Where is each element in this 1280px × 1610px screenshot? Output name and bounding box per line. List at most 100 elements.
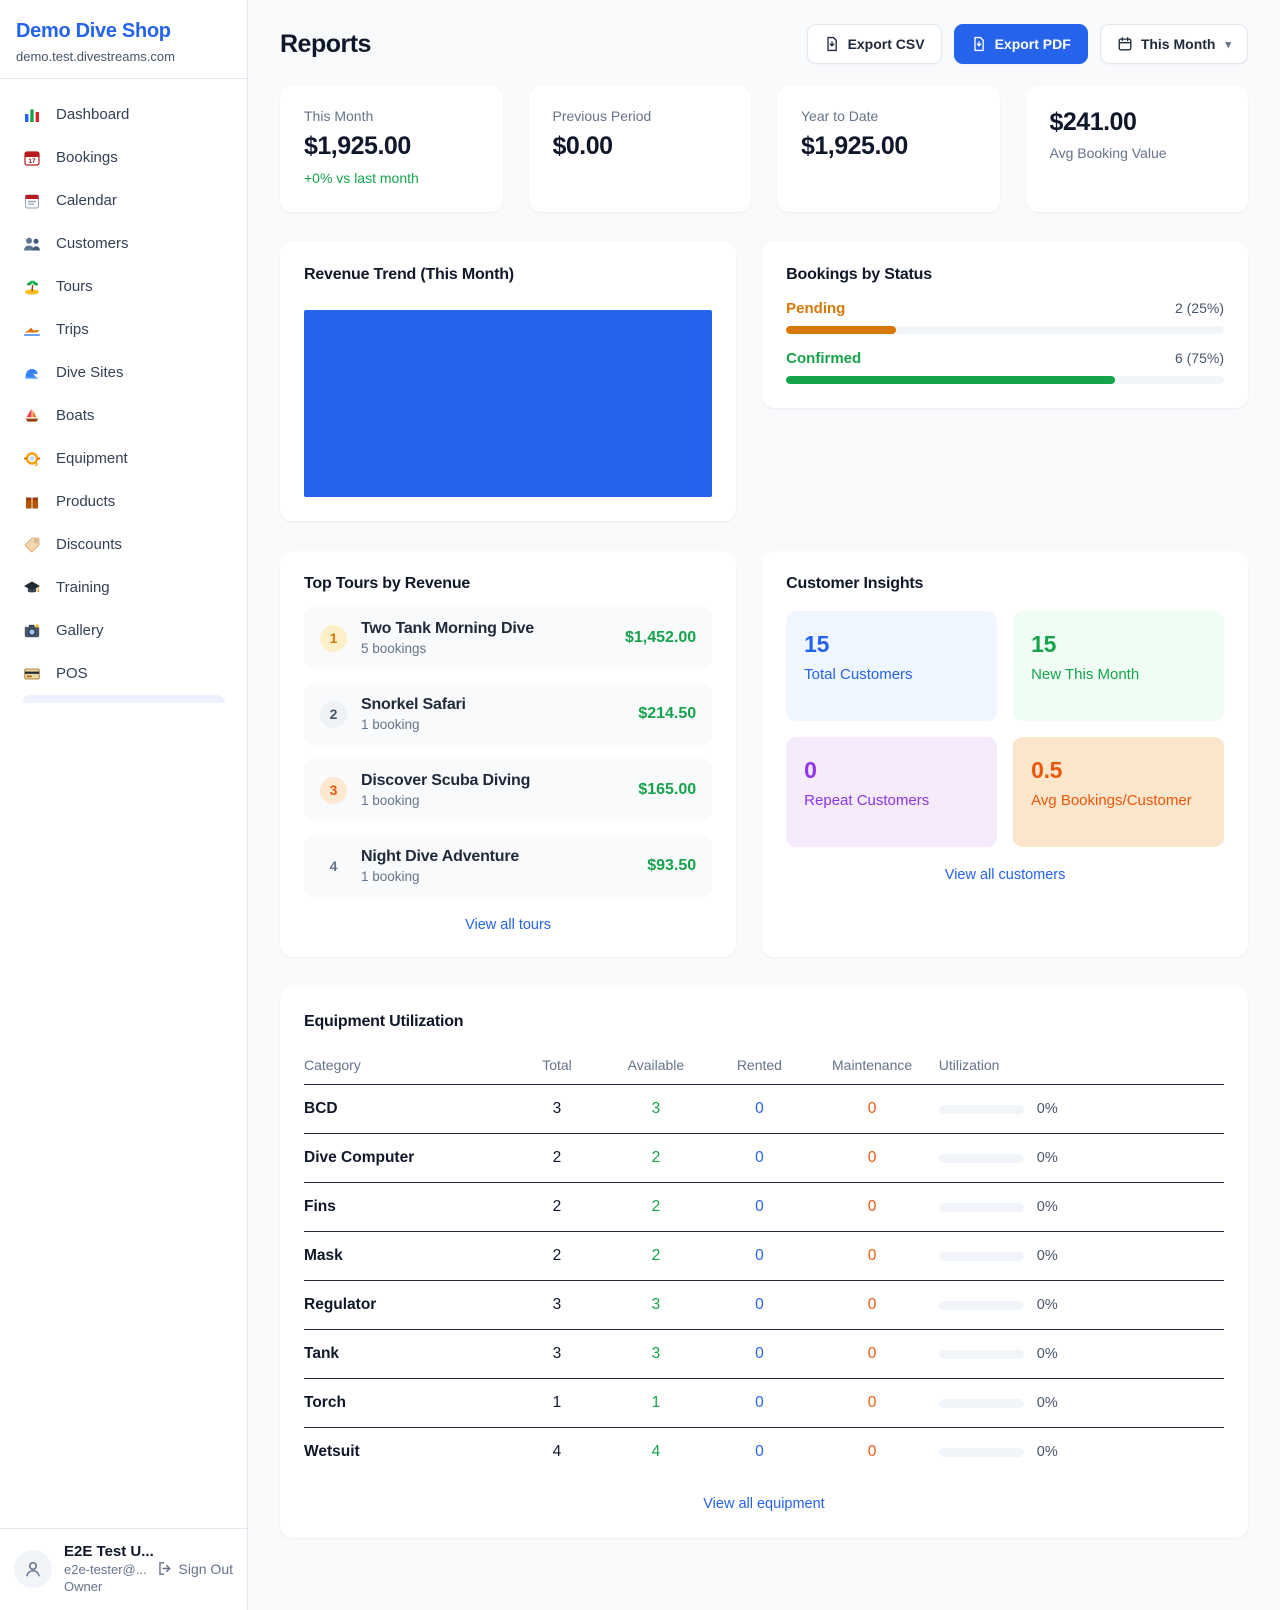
revenue-trend-title: Revenue Trend (This Month) xyxy=(304,266,712,284)
sidebar-item-calendar[interactable]: Calendar xyxy=(10,179,237,222)
brand-block: Demo Dive Shop demo.test.divestreams.com xyxy=(0,0,247,78)
utilization-percent: 0% xyxy=(1037,1101,1058,1117)
export-pdf-button[interactable]: Export PDF xyxy=(954,24,1088,64)
available-cell: 4 xyxy=(598,1428,713,1477)
table-row: Fins 2 2 0 0 0% xyxy=(304,1183,1224,1232)
table-row: Dive Computer 2 2 0 0 0% xyxy=(304,1134,1224,1183)
stat-card-avg-booking-value: $241.00 Avg Booking Value xyxy=(1026,86,1249,212)
package-icon xyxy=(22,492,42,512)
maintenance-cell: 0 xyxy=(805,1428,938,1477)
sidebar-item-label: Trips xyxy=(56,321,89,338)
utilization-bar-track xyxy=(939,1105,1024,1114)
utilization-bar-track xyxy=(939,1301,1024,1310)
column-header: Available xyxy=(598,1047,713,1085)
sidebar-nav: Dashboard 17 Bookings Calendar Customers… xyxy=(0,79,247,703)
view-all-equipment-link[interactable]: View all equipment xyxy=(304,1496,1224,1512)
category-cell: Fins xyxy=(304,1183,516,1232)
customer-insights-title: Customer Insights xyxy=(786,575,1224,593)
sign-out-button[interactable]: Sign Out xyxy=(156,1560,233,1577)
user-footer: E2E Test U... e2e-tester@... Owner Sign … xyxy=(0,1528,247,1610)
wave-icon xyxy=(22,363,42,383)
insight-tile-repeat-customers: 0 Repeat Customers xyxy=(786,737,997,847)
stat-change: +0% vs last month xyxy=(304,170,479,186)
sidebar: Demo Dive Shop demo.test.divestreams.com… xyxy=(0,0,248,1610)
export-csv-button[interactable]: Export CSV xyxy=(807,24,942,64)
sidebar-item-label: Dive Sites xyxy=(56,364,124,381)
category-cell: Mask xyxy=(304,1232,516,1281)
available-cell: 3 xyxy=(598,1281,713,1330)
sidebar-item-label: Gallery xyxy=(56,622,104,639)
category-cell: BCD xyxy=(304,1085,516,1134)
sidebar-item-pos[interactable]: POS xyxy=(10,652,237,695)
view-all-tours-link[interactable]: View all tours xyxy=(304,917,712,933)
header-actions: Export CSV Export PDF This Month ▾ xyxy=(807,24,1248,64)
sidebar-item-label: Tours xyxy=(56,278,93,295)
equipment-utilization-title: Equipment Utilization xyxy=(304,1013,1224,1031)
utilization-bar-track xyxy=(939,1399,1024,1408)
sign-out-label: Sign Out xyxy=(179,1561,233,1577)
top-tours-card: Top Tours by Revenue 1 Two Tank Morning … xyxy=(280,551,736,957)
tag-icon xyxy=(22,535,42,555)
maintenance-cell: 0 xyxy=(805,1330,938,1379)
utilization-cell: 0% xyxy=(939,1428,1224,1477)
sidebar-item-customers[interactable]: Customers xyxy=(10,222,237,265)
sidebar-item-dive-sites[interactable]: Dive Sites xyxy=(10,351,237,394)
rented-cell: 0 xyxy=(713,1232,805,1281)
table-row: Tank 3 3 0 0 0% xyxy=(304,1330,1224,1379)
rank-badge: 2 xyxy=(320,701,347,728)
logout-icon xyxy=(156,1560,173,1577)
sidebar-item-discounts[interactable]: Discounts xyxy=(10,523,237,566)
sidebar-item-gallery[interactable]: Gallery xyxy=(10,609,237,652)
utilization-cell: 0% xyxy=(939,1134,1224,1183)
brand-name: Demo Dive Shop xyxy=(16,20,231,43)
calendar-icon xyxy=(1117,36,1133,52)
table-row: BCD 3 3 0 0 0% xyxy=(304,1085,1224,1134)
rented-cell: 0 xyxy=(713,1281,805,1330)
status-row-pending: Pending 2 (25%) xyxy=(786,300,1224,334)
bookings-by-status-title: Bookings by Status xyxy=(786,266,1224,284)
sidebar-item-dashboard[interactable]: Dashboard xyxy=(10,93,237,136)
sidebar-item-label: Equipment xyxy=(56,450,128,467)
sidebar-item-tours[interactable]: Tours xyxy=(10,265,237,308)
utilization-percent: 0% xyxy=(1037,1248,1058,1264)
available-cell: 1 xyxy=(598,1379,713,1428)
tour-revenue: $1,452.00 xyxy=(625,629,696,647)
sidebar-item-reports-partial[interactable] xyxy=(22,695,225,703)
stat-label: Avg Booking Value xyxy=(1050,145,1225,161)
chevron-down-icon: ▾ xyxy=(1225,38,1231,51)
period-dropdown[interactable]: This Month ▾ xyxy=(1100,24,1248,64)
sidebar-item-training[interactable]: Training xyxy=(10,566,237,609)
column-header: Rented xyxy=(713,1047,805,1085)
view-all-customers-link[interactable]: View all customers xyxy=(786,867,1224,883)
utilization-cell: 0% xyxy=(939,1330,1224,1379)
tour-name: Night Dive Adventure xyxy=(361,848,633,866)
sidebar-item-equipment[interactable]: Equipment xyxy=(10,437,237,480)
sidebar-item-label: Bookings xyxy=(56,149,118,166)
tour-bookings: 1 booking xyxy=(361,869,633,884)
available-cell: 2 xyxy=(598,1183,713,1232)
insight-tile-avg-bookings: 0.5 Avg Bookings/Customer xyxy=(1013,737,1224,847)
insight-tile-new-this-month: 15 New This Month xyxy=(1013,611,1224,721)
status-count: 2 (25%) xyxy=(1175,300,1224,316)
status-label: Pending xyxy=(786,300,845,317)
maintenance-cell: 0 xyxy=(805,1085,938,1134)
stat-value: $241.00 xyxy=(1050,108,1225,137)
tour-row: 3 Discover Scuba Diving 1 booking $165.0… xyxy=(304,759,712,821)
insight-label: Total Customers xyxy=(804,666,979,683)
sidebar-item-bookings[interactable]: 17 Bookings xyxy=(10,136,237,179)
bar-chart-icon xyxy=(22,105,42,125)
sidebar-item-boats[interactable]: Boats xyxy=(10,394,237,437)
grad-cap-icon xyxy=(22,578,42,598)
available-cell: 2 xyxy=(598,1232,713,1281)
export-csv-label: Export CSV xyxy=(848,36,925,52)
stat-value: $1,925.00 xyxy=(801,132,976,161)
insight-value: 15 xyxy=(1031,631,1206,658)
insight-value: 0 xyxy=(804,757,979,784)
total-cell: 4 xyxy=(516,1428,599,1477)
sailboat-icon xyxy=(22,406,42,426)
sidebar-item-products[interactable]: Products xyxy=(10,480,237,523)
category-cell: Tank xyxy=(304,1330,516,1379)
tour-bookings: 1 booking xyxy=(361,717,624,732)
sidebar-item-trips[interactable]: Trips xyxy=(10,308,237,351)
tour-row: 1 Two Tank Morning Dive 5 bookings $1,45… xyxy=(304,607,712,669)
